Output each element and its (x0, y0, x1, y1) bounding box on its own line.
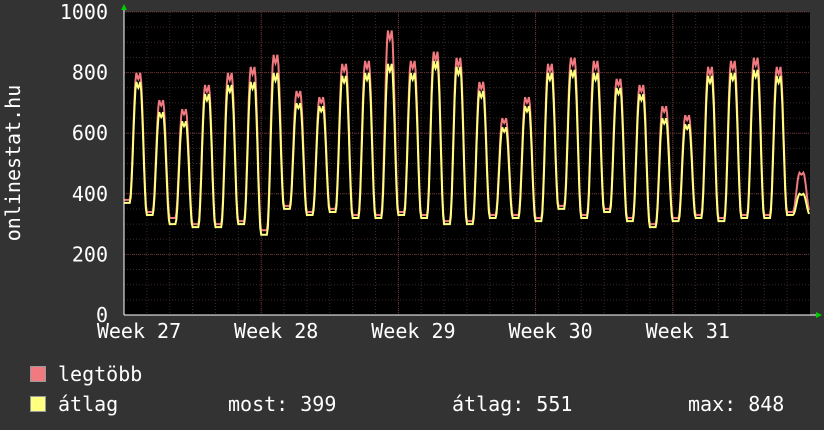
legend-label-atlag: átlag (58, 392, 119, 416)
legend-label-legtobb: legtöbb (58, 362, 143, 386)
x-tick-label: Week 31 (646, 319, 730, 343)
x-tick-label: Week 28 (234, 319, 318, 343)
y-tick-label: 800 (72, 61, 108, 85)
x-tick-label: Week 30 (508, 319, 592, 343)
y-axis-arrow (121, 4, 127, 10)
stat-max: max: 848 (688, 392, 785, 416)
x-tick-label: Week 29 (371, 319, 455, 343)
legend-swatch-legtobb (30, 366, 46, 382)
y-tick-label: 200 (72, 242, 108, 266)
y-tick-label: 600 (72, 121, 108, 145)
stat-average: átlag: 551 (452, 392, 573, 416)
x-axis-arrow (816, 312, 822, 318)
y-tick-label: 1000 (60, 0, 108, 24)
legend-item-atlag: átlag (30, 392, 118, 416)
x-tick-label: Week 27 (97, 319, 181, 343)
legend-item-legtobb: legtöbb (30, 362, 142, 386)
stat-current: most: 399 (228, 392, 337, 416)
y-tick-label: 400 (72, 182, 108, 206)
y-axis-label: onlinestat.hu (1, 85, 25, 242)
legend-swatch-atlag (30, 396, 46, 412)
